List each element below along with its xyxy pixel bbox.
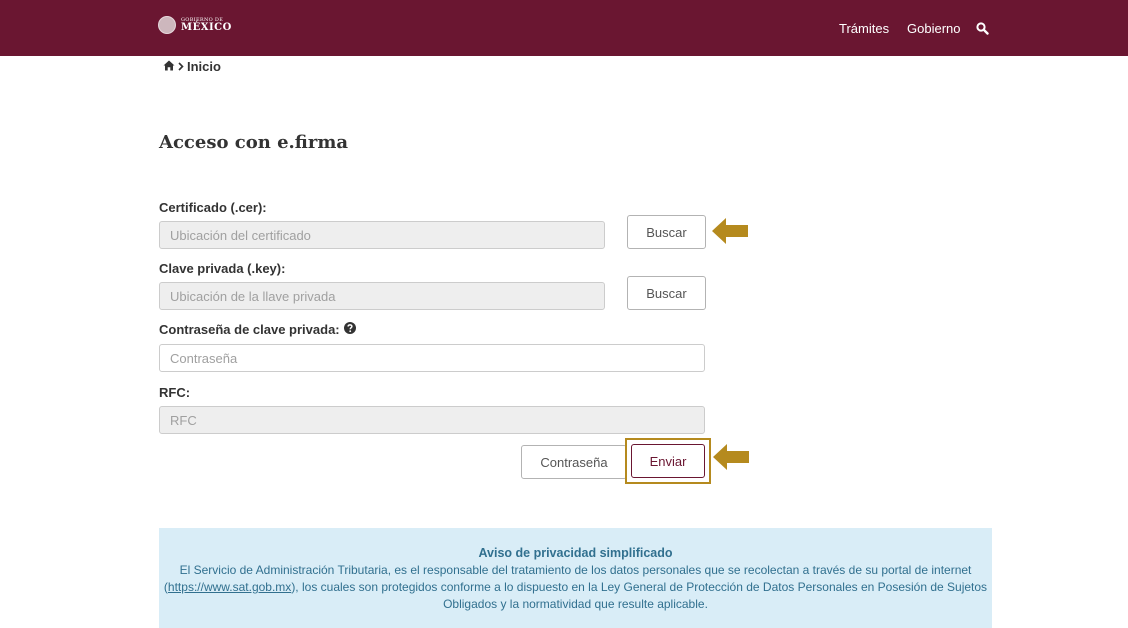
- rfc-field[interactable]: [159, 406, 705, 434]
- private-key-label: Clave privada (.key):: [159, 261, 286, 276]
- question-circle-icon[interactable]: [343, 322, 356, 337]
- chevron-right-icon: [178, 59, 184, 74]
- sat-link[interactable]: https://www.sat.gob.mx: [168, 580, 291, 594]
- buscar-key-button[interactable]: Buscar: [627, 276, 706, 310]
- page-title: Acceso con e.firma: [159, 132, 349, 153]
- nav-tramites-link[interactable]: Trámites: [839, 0, 889, 56]
- breadcrumb: Inicio: [163, 59, 221, 74]
- enviar-button[interactable]: Enviar: [631, 444, 705, 478]
- privacy-notice: Aviso de privacidad simplificado El Serv…: [159, 528, 992, 628]
- contrasena-button[interactable]: Contraseña: [521, 445, 627, 479]
- seal-icon: [158, 16, 176, 34]
- nav-gobierno-link[interactable]: Gobierno: [907, 0, 960, 56]
- certificate-field[interactable]: [159, 221, 605, 249]
- top-navbar: GOBIERNO DE MÉXICO Trámites Gobierno: [0, 0, 1128, 56]
- rfc-label: RFC:: [159, 385, 191, 400]
- home-icon[interactable]: [163, 59, 175, 74]
- privacy-notice-title: Aviso de privacidad simplificado: [478, 546, 673, 560]
- password-label-text: Contraseña de clave privada:: [159, 322, 340, 337]
- arrow-left-icon: [713, 444, 749, 470]
- logo-big-text: MÉXICO: [181, 21, 232, 33]
- search-icon[interactable]: [976, 0, 989, 56]
- gobierno-mexico-logo[interactable]: GOBIERNO DE MÉXICO: [158, 16, 232, 34]
- password-label: Contraseña de clave privada:: [159, 322, 356, 337]
- privacy-notice-text: El Servicio de Administración Tributaria…: [163, 563, 988, 611]
- password-field[interactable]: [159, 344, 705, 372]
- private-key-field[interactable]: [159, 282, 605, 310]
- breadcrumb-inicio[interactable]: Inicio: [187, 59, 221, 74]
- arrow-left-icon: [712, 218, 748, 244]
- buscar-certificate-button[interactable]: Buscar: [627, 215, 706, 249]
- certificate-label: Certificado (.cer):: [159, 200, 267, 215]
